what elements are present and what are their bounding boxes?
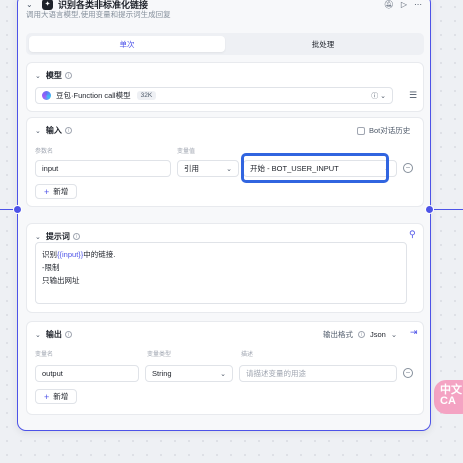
output-format-value: Json <box>370 330 386 339</box>
add-input-button[interactable]: + 新增 <box>35 184 78 199</box>
chevron-down-icon: ⌄ <box>390 330 398 339</box>
col-output-desc: 描述 <box>241 352 254 358</box>
output-name-field[interactable]: output <box>35 365 139 382</box>
output-format-label: 输出格式 <box>323 330 353 339</box>
context-length-badge: 32K <box>136 91 157 100</box>
output-exit-icon[interactable]: ⇥ <box>410 327 418 338</box>
output-section-title[interactable]: ⌄ 输出 i <box>35 329 72 340</box>
chevron-down-icon: ⌄ <box>226 165 232 173</box>
info-icon[interactable]: i <box>64 127 72 134</box>
col-param-name: 参数名 <box>35 149 54 155</box>
doubao-logo-icon <box>42 91 51 100</box>
prompt-section: ⌄ 提示词 i ⚲ 识别{{input}}中的链接. -限制 只输出网址 <box>26 223 424 313</box>
input-param-name-field[interactable]: input <box>35 160 171 177</box>
bot-history-toggle[interactable]: Bot对话历史 <box>357 125 410 136</box>
bell-off-icon[interactable]: 🔕︎ <box>384 0 394 9</box>
input-type-value: 引用 <box>184 164 199 173</box>
tab-single[interactable]: 单次 <box>29 36 225 52</box>
chevron-down-icon: ⓘ ⌄ <box>371 92 386 100</box>
model-section: ⌄ 模型 i 豆包·Function call模型 32K ⓘ ⌄ ☰ <box>26 62 424 112</box>
input-type-select[interactable]: 引用 ⌄ <box>177 160 239 177</box>
add-input-label: 新增 <box>53 187 69 196</box>
play-icon[interactable]: ▷ <box>401 0 407 9</box>
bot-history-checkbox[interactable] <box>357 126 365 135</box>
output-type-select[interactable]: String ⌄ <box>145 365 233 382</box>
add-output-label: 新增 <box>53 392 69 401</box>
next-node-text-2: CA <box>440 395 456 407</box>
info-icon[interactable]: i <box>358 331 365 338</box>
col-output-type: 变量类型 <box>147 352 172 358</box>
prompt-section-title[interactable]: ⌄ 提示词 i <box>35 231 80 242</box>
input-section-title[interactable]: ⌄ 输入 i <box>35 125 72 136</box>
workflow-canvas[interactable]: 中文 CA ⌄ ✦ 识别各类非标准化链接 🔕︎ ▷ ⋯ 调用大语言模型,使用变量… <box>0 0 463 463</box>
bot-history-label: Bot对话历史 <box>369 126 411 135</box>
node-description: 调用大语言模型,使用变量和提示词生成回复 <box>26 10 171 19</box>
output-description-placeholder: 请描述变量的用途 <box>246 369 306 378</box>
chevron-down-icon[interactable]: ⌄ <box>26 0 36 9</box>
remove-row-icon[interactable]: − <box>403 163 413 173</box>
info-icon[interactable]: i <box>64 72 72 79</box>
chevron-down-icon[interactable]: ⌄ <box>35 72 41 80</box>
prompt-text: 识别 <box>42 250 57 259</box>
chevron-down-icon: ⌄ <box>220 370 226 378</box>
input-section: ⌄ 输入 i Bot对话历史 参数名 变量值 input 引用 ⌄ 开始 - B… <box>26 117 424 207</box>
output-port[interactable] <box>425 205 434 214</box>
prompt-line-3: 只输出网址 <box>42 276 80 285</box>
output-format-control[interactable]: 输出格式 i Json ⌄ <box>323 329 397 340</box>
model-section-title[interactable]: ⌄ 模型 i <box>35 70 72 81</box>
output-name-value: output <box>42 369 63 378</box>
output-description-field[interactable]: 请描述变量的用途 <box>239 365 397 382</box>
chevron-down-icon[interactable]: ⌄ <box>35 127 41 135</box>
output-section-label: 输出 <box>45 330 62 339</box>
chevron-down-icon[interactable]: ⌄ <box>35 331 41 339</box>
prompt-library-icon[interactable]: ⚲ <box>409 229 416 240</box>
next-node-preview[interactable]: 中文 CA <box>434 380 463 414</box>
col-param-value: 变量值 <box>177 149 196 155</box>
col-output-name: 变量名 <box>35 352 54 358</box>
model-section-label: 模型 <box>45 71 62 80</box>
chevron-down-icon[interactable]: ⌄ <box>35 233 41 241</box>
prompt-text: 中的链接. <box>83 250 116 259</box>
info-icon[interactable]: i <box>64 331 72 338</box>
model-name: 豆包·Function call模型 <box>56 91 131 100</box>
output-section: ⌄ 输出 i 输出格式 i Json ⌄ ⇥ 变量名 变量类型 描述 outpu… <box>26 321 424 415</box>
add-output-button[interactable]: + 新增 <box>35 389 78 404</box>
input-section-label: 输入 <box>45 126 62 135</box>
plus-icon: + <box>44 186 50 197</box>
llm-node[interactable]: ⌄ ✦ 识别各类非标准化链接 🔕︎ ▷ ⋯ 调用大语言模型,使用变量和提示词生成… <box>17 0 431 431</box>
prompt-line-2: -限制 <box>42 263 60 272</box>
output-type-value: String <box>152 369 172 378</box>
info-icon[interactable]: i <box>72 233 80 240</box>
remove-row-icon[interactable]: − <box>403 368 413 378</box>
outgoing-edge <box>434 209 463 210</box>
param-name-value: input <box>42 164 59 173</box>
more-icon[interactable]: ⋯ <box>414 0 422 9</box>
prompt-editor[interactable]: 识别{{input}}中的链接. -限制 只输出网址 <box>35 242 407 304</box>
model-select[interactable]: 豆包·Function call模型 32K ⓘ ⌄ <box>35 87 393 104</box>
input-port[interactable] <box>13 205 22 214</box>
prompt-variable-token: {{input}} <box>57 250 84 259</box>
settings-sliders-icon[interactable]: ☰ <box>409 90 417 101</box>
plus-icon: + <box>44 391 50 402</box>
prompt-section-label: 提示词 <box>45 232 70 241</box>
mode-tabs: 单次 批处理 <box>26 33 424 55</box>
tab-batch[interactable]: 批处理 <box>225 36 421 52</box>
incoming-edge <box>0 209 14 210</box>
focus-highlight <box>241 153 389 183</box>
prompt-line-1: 识别{{input}}中的链接. <box>42 248 400 261</box>
